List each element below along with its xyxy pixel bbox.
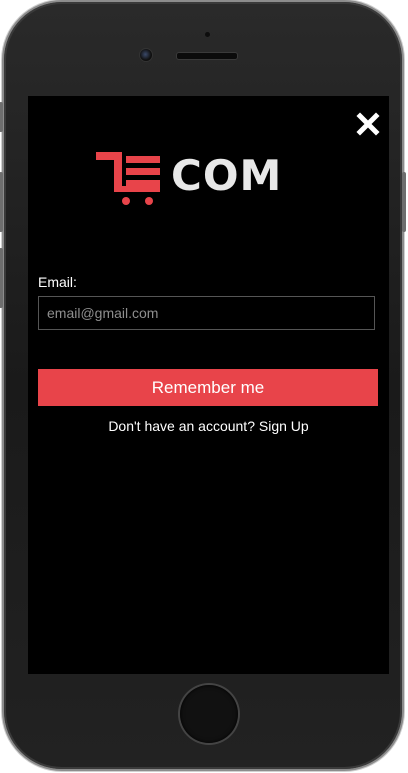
email-label: Email:	[38, 274, 77, 290]
front-camera	[139, 48, 153, 62]
power-button	[402, 172, 406, 232]
signup-link[interactable]: Sign Up	[259, 418, 309, 434]
signup-prompt-text: Don't have an account?	[108, 418, 255, 434]
signup-prompt-line: Don't have an account? Sign Up	[28, 418, 389, 434]
close-button[interactable]	[356, 112, 380, 136]
home-button[interactable]	[180, 685, 238, 743]
remember-me-button[interactable]: Remember me	[38, 369, 378, 406]
email-input[interactable]	[38, 296, 375, 330]
close-icon	[356, 112, 380, 136]
app-screen: COM Email: Remember me Don't have an acc…	[28, 96, 389, 674]
volume-down-button	[0, 248, 3, 308]
ecom-logo: COM	[96, 150, 292, 208]
logo-text: COM	[171, 151, 283, 200]
phone-frame: COM Email: Remember me Don't have an acc…	[0, 2, 406, 769]
earpiece-speaker	[176, 52, 238, 60]
mute-switch	[0, 102, 3, 132]
volume-up-button	[0, 172, 3, 232]
proximity-sensor	[205, 32, 210, 37]
cart-logo-icon	[96, 152, 160, 205]
